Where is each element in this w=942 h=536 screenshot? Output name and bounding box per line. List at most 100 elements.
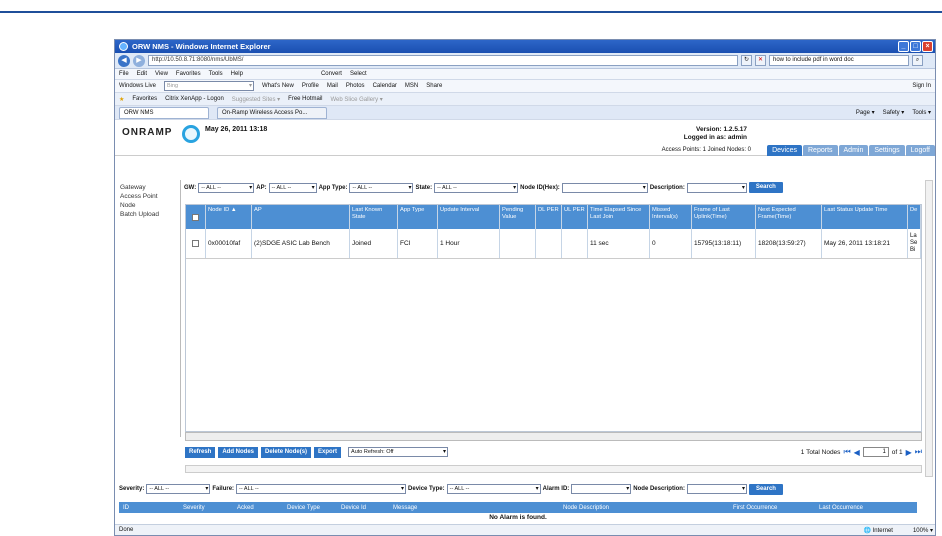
- tab-settings[interactable]: Settings: [869, 145, 905, 156]
- bing-search-input[interactable]: Bing: [164, 81, 255, 91]
- col-frame-last[interactable]: Frame of Last Uplink(Time): [692, 205, 756, 229]
- live-link-share[interactable]: Share: [426, 83, 442, 89]
- alarm-col-nodedesc[interactable]: Node Description: [559, 505, 729, 511]
- row-checkbox[interactable]: [192, 240, 199, 247]
- apptype-select[interactable]: -- ALL --: [349, 182, 414, 193]
- alarmid-input[interactable]: [571, 484, 632, 494]
- alarm-col-devid[interactable]: Device Id: [337, 505, 389, 511]
- col-last-status[interactable]: Last Status Update Time: [822, 205, 908, 229]
- favorites-star-icon[interactable]: ★: [119, 96, 124, 103]
- zoom-control[interactable]: 100% ▾: [913, 527, 933, 534]
- menu-help[interactable]: Help: [231, 71, 243, 77]
- stop-icon[interactable]: ✕: [755, 55, 766, 66]
- prev-page-icon[interactable]: ◀: [854, 448, 860, 457]
- state-select[interactable]: -- ALL --: [434, 182, 519, 193]
- ap-select[interactable]: -- ALL --: [268, 182, 317, 193]
- live-link-msn[interactable]: MSN: [405, 83, 418, 89]
- devtype-select[interactable]: -- ALL --: [446, 484, 541, 494]
- maximize-button[interactable]: □: [910, 41, 921, 52]
- gw-select[interactable]: -- ALL --: [198, 182, 255, 193]
- tab-reports[interactable]: Reports: [803, 145, 838, 156]
- url-input[interactable]: http://10.50.8.71:8080/nms/UbMS/: [148, 55, 738, 66]
- alarm-col-last[interactable]: Last Occurrence: [815, 505, 917, 511]
- select-all-checkbox[interactable]: [192, 213, 199, 221]
- nodedesc-input[interactable]: [686, 484, 747, 494]
- first-page-icon[interactable]: ⏮: [843, 447, 850, 457]
- sign-in-link[interactable]: Sign In: [912, 83, 931, 89]
- export-button[interactable]: Export: [314, 446, 342, 458]
- live-link-calendar[interactable]: Calendar: [373, 83, 397, 89]
- col-dl-per[interactable]: DL PER: [536, 205, 562, 229]
- col-time-elapsed[interactable]: Time Elapsed Since Last Join: [588, 205, 650, 229]
- menu-view[interactable]: View: [155, 71, 168, 77]
- tab-admin[interactable]: Admin: [838, 145, 869, 156]
- auto-refresh-select[interactable]: Auto Refresh: Off: [348, 447, 449, 457]
- cmd-tools[interactable]: Tools ▾: [912, 109, 931, 116]
- col-update-interval[interactable]: Update Interval: [438, 205, 500, 229]
- cmd-safety[interactable]: Safety ▾: [883, 109, 905, 116]
- alarm-col-devtype[interactable]: Device Type: [283, 505, 337, 511]
- col-missed[interactable]: Missed Interval(s): [650, 205, 692, 229]
- alarm-col-first[interactable]: First Occurrence: [729, 505, 815, 511]
- fav-item-hotmail[interactable]: Free Hotmail: [288, 96, 322, 102]
- description-input[interactable]: [686, 182, 747, 193]
- cmd-page[interactable]: Page ▾: [856, 109, 875, 116]
- menu-file[interactable]: File: [119, 71, 129, 77]
- tab-onramp-access[interactable]: On-Ramp Wireless Access Po...: [217, 106, 327, 119]
- col-next-frame[interactable]: Next Expected Frame(Time): [756, 205, 822, 229]
- tab-devices[interactable]: Devices: [767, 145, 802, 156]
- fav-item-webslice[interactable]: Web Slice Gallery ▾: [331, 96, 383, 103]
- alarm-col-id[interactable]: ID: [119, 505, 179, 511]
- delete-nodes-button[interactable]: Delete Node(s): [261, 446, 312, 458]
- windows-live-label[interactable]: Windows Live: [119, 83, 156, 89]
- page-input[interactable]: 1: [862, 447, 889, 457]
- col-description[interactable]: De: [908, 205, 921, 229]
- live-link-photos[interactable]: Photos: [346, 83, 365, 89]
- search-icon[interactable]: ⌕: [912, 55, 923, 66]
- forward-icon[interactable]: ▶: [133, 54, 145, 67]
- refresh-button[interactable]: Refresh: [185, 446, 216, 458]
- add-nodes-button[interactable]: Add Nodes: [218, 446, 259, 458]
- live-link-whatsnew[interactable]: What's New: [262, 83, 294, 89]
- convert-button[interactable]: Convert: [321, 71, 342, 77]
- fav-item-suggested[interactable]: Suggested Sites ▾: [232, 96, 280, 103]
- nodeid-input[interactable]: [561, 182, 648, 193]
- nav-item-batch-upload[interactable]: Batch Upload: [120, 210, 180, 219]
- col-pending[interactable]: Pending Value: [500, 205, 536, 229]
- col-node-id[interactable]: Node ID ▲: [206, 205, 252, 229]
- nav-item-node[interactable]: Node: [120, 201, 180, 210]
- minimize-button[interactable]: _: [898, 41, 909, 52]
- refresh-icon[interactable]: ↻: [741, 55, 752, 66]
- next-page-icon[interactable]: ▶: [906, 448, 912, 457]
- table-row[interactable]: 0x00010faf (2)SDGE ASIC Lab Bench Joined…: [186, 229, 921, 259]
- tab-orw-nms[interactable]: ORW NMS: [119, 106, 209, 119]
- menu-tools[interactable]: Tools: [209, 71, 223, 77]
- favorites-label[interactable]: Favorites: [132, 96, 157, 102]
- select-button[interactable]: Select: [350, 71, 367, 77]
- fav-item-citrix[interactable]: Citrix XenApp - Logon: [165, 96, 224, 102]
- page-horizontal-scrollbar[interactable]: [185, 465, 922, 473]
- alarm-col-message[interactable]: Message: [389, 505, 559, 511]
- grid-horizontal-scrollbar[interactable]: [185, 432, 922, 441]
- severity-select[interactable]: -- ALL --: [146, 484, 211, 494]
- nav-item-access-point[interactable]: Access Point: [120, 192, 180, 201]
- vertical-scrollbar[interactable]: [925, 180, 933, 477]
- col-app-type[interactable]: App Type: [398, 205, 438, 229]
- browser-search-input[interactable]: how to include pdf in word doc: [769, 55, 909, 66]
- back-icon[interactable]: ◀: [118, 54, 130, 67]
- tab-logoff[interactable]: Logoff: [905, 145, 935, 156]
- col-ap[interactable]: AP: [252, 205, 350, 229]
- last-page-icon[interactable]: ⏭: [915, 447, 922, 457]
- alarm-col-acked[interactable]: Acked: [233, 505, 283, 511]
- menu-edit[interactable]: Edit: [137, 71, 147, 77]
- col-last-state[interactable]: Last Known State: [350, 205, 398, 229]
- failure-select[interactable]: -- ALL --: [236, 484, 407, 494]
- alarm-col-severity[interactable]: Severity: [179, 505, 233, 511]
- col-ul-per[interactable]: UL PER: [562, 205, 588, 229]
- device-search-button[interactable]: Search: [748, 182, 783, 193]
- close-button[interactable]: ×: [922, 41, 933, 52]
- live-link-profile[interactable]: Profile: [302, 83, 319, 89]
- alarm-search-button[interactable]: Search: [748, 483, 783, 495]
- menu-favorites[interactable]: Favorites: [176, 71, 201, 77]
- live-link-mail[interactable]: Mail: [327, 83, 338, 89]
